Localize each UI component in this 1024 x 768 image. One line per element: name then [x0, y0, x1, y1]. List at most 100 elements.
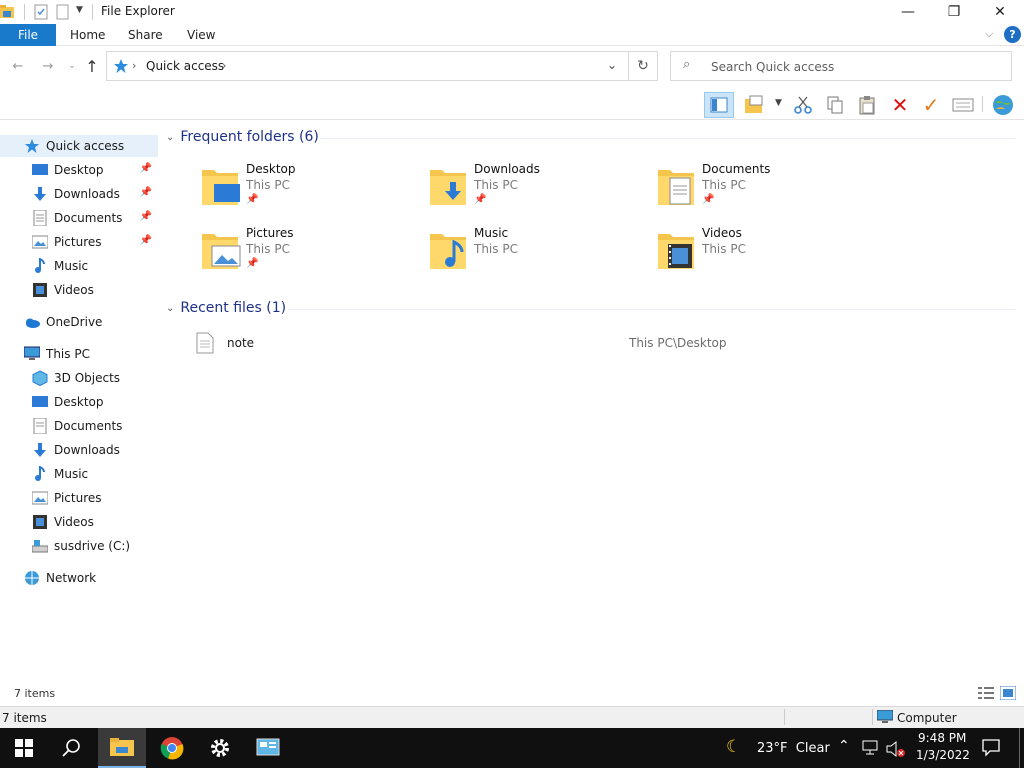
folder-tile-downloads[interactable]: Downloads This PC 📌: [428, 162, 648, 218]
clock-date[interactable]: 1/3/2022: [916, 748, 970, 762]
file-explorer-icon[interactable]: [0, 4, 16, 20]
nav-label: Documents: [54, 419, 123, 433]
frequent-folders-header[interactable]: ⌄ Frequent folders (6): [166, 129, 319, 145]
recent-files-header[interactable]: ⌄ Recent files (1): [166, 300, 286, 316]
tab-file[interactable]: File: [0, 24, 56, 46]
large-icons-view-icon[interactable]: [999, 685, 1017, 703]
search-box[interactable]: ⌕ Search Quick access: [670, 51, 1012, 81]
taskbar-control-panel[interactable]: [244, 728, 292, 768]
properties-icon[interactable]: [33, 4, 49, 20]
breadcrumb-quick-access[interactable]: Quick access: [146, 59, 224, 73]
nav-pc-drive-c[interactable]: susdrive (C:): [0, 535, 158, 557]
nav-pc-documents[interactable]: Documents: [0, 415, 158, 437]
collapse-chevron-icon[interactable]: ⌄: [166, 132, 174, 143]
taskbar-settings[interactable]: [196, 728, 244, 768]
delete-icon[interactable]: ✕: [887, 92, 913, 118]
title-bar: ▼ File Explorer — ❐ ✕: [0, 0, 1024, 24]
nav-pc-music[interactable]: Music: [0, 463, 158, 485]
show-hidden-icons-icon[interactable]: ⌃: [838, 738, 850, 754]
globe-icon[interactable]: [990, 92, 1016, 118]
close-button[interactable]: ✕: [977, 0, 1023, 24]
network-tray-icon[interactable]: [862, 740, 880, 756]
paste-icon[interactable]: [854, 92, 880, 118]
restore-button[interactable]: ❐: [931, 0, 977, 24]
up-button[interactable]: ↑: [82, 56, 102, 76]
nav-pc-desktop[interactable]: Desktop: [0, 391, 158, 413]
refresh-button[interactable]: ↻: [628, 51, 658, 81]
nav-item-music[interactable]: Music: [0, 255, 158, 277]
taskbar-file-explorer[interactable]: [98, 728, 146, 768]
folder-tile-music[interactable]: Music This PC: [428, 226, 648, 282]
properties-toolbar-icon[interactable]: [950, 92, 976, 118]
list-item[interactable]: note This PC\Desktop: [190, 332, 1010, 356]
nav-pc-downloads[interactable]: Downloads: [0, 439, 158, 461]
qat-dropdown-icon[interactable]: ▼: [76, 5, 83, 15]
tab-view[interactable]: View: [187, 24, 215, 46]
nav-network[interactable]: Network: [0, 567, 158, 589]
nav-label: Downloads: [54, 443, 120, 457]
nav-item-desktop[interactable]: Desktop 📌: [0, 159, 158, 181]
pin-icon[interactable]: 📌: [140, 187, 152, 198]
minimize-button[interactable]: —: [885, 0, 931, 24]
details-view-icon[interactable]: [978, 686, 994, 703]
clock-time[interactable]: 9:48 PM: [918, 731, 966, 745]
forward-button[interactable]: →: [38, 56, 58, 76]
folder-tile-videos[interactable]: Videos This PC: [656, 226, 876, 282]
music-icon: [35, 258, 45, 273]
folder-tile-documents[interactable]: Documents This PC 📌: [656, 162, 876, 218]
folder-tile-pictures[interactable]: Pictures This PC 📌: [200, 226, 420, 282]
volume-muted-icon[interactable]: [886, 740, 906, 758]
help-icon[interactable]: ?: [1004, 26, 1021, 43]
search-taskbar-button[interactable]: [48, 728, 96, 768]
collapse-chevron-icon[interactable]: ⌄: [166, 303, 174, 314]
back-button[interactable]: ←: [8, 56, 28, 76]
nav-item-videos[interactable]: Videos: [0, 279, 158, 301]
documents-folder-icon: [658, 170, 694, 205]
pin-icon[interactable]: 📌: [140, 163, 152, 174]
zone-label: Computer: [897, 711, 957, 725]
recent-locations-icon[interactable]: ⌄: [62, 56, 82, 76]
folder-location: This PC: [246, 178, 290, 192]
tab-home[interactable]: Home: [70, 24, 105, 46]
nav-label: Documents: [54, 211, 123, 225]
start-button[interactable]: [0, 728, 48, 768]
show-desktop-button[interactable]: [1019, 728, 1020, 768]
search-input[interactable]: Search Quick access: [711, 60, 834, 74]
nav-onedrive[interactable]: OneDrive: [0, 311, 158, 333]
new-folder-icon[interactable]: [55, 4, 71, 20]
taskbar-chrome[interactable]: [148, 728, 196, 768]
pin-icon[interactable]: 📌: [140, 211, 152, 222]
nav-quick-access[interactable]: Quick access: [0, 135, 158, 157]
desktop-folder-icon: [202, 170, 240, 205]
address-history-dropdown-icon[interactable]: ⌄: [607, 58, 617, 72]
navigation-pane-icon[interactable]: [704, 92, 734, 118]
copy-icon[interactable]: [822, 92, 848, 118]
cut-icon[interactable]: [790, 92, 816, 118]
nav-pc-pictures[interactable]: Pictures: [0, 487, 158, 509]
rename-checkmark-icon[interactable]: ✓: [918, 92, 944, 118]
nav-this-pc[interactable]: This PC: [0, 343, 158, 365]
moon-weather-icon[interactable]: ☾: [726, 737, 741, 757]
breadcrumb-chevron-icon[interactable]: ›: [132, 59, 136, 72]
weather-text[interactable]: 23°F Clear: [757, 741, 830, 756]
new-folder-toolbar-icon[interactable]: [742, 92, 768, 118]
pin-icon[interactable]: 📌: [140, 235, 152, 246]
folder-location: This PC: [474, 178, 518, 192]
nav-item-downloads[interactable]: Downloads 📌: [0, 183, 158, 205]
nav-label: Downloads: [54, 187, 120, 201]
nav-pc-3d-objects[interactable]: 3D Objects: [0, 367, 158, 389]
documents-icon: [33, 210, 47, 226]
nav-pc-videos[interactable]: Videos: [0, 511, 158, 533]
notifications-icon[interactable]: [982, 739, 1000, 757]
expand-ribbon-icon[interactable]: ⌵: [985, 27, 993, 41]
desktop-icon: [32, 396, 48, 407]
documents-icon: [33, 418, 47, 434]
nav-item-documents[interactable]: Documents 📌: [0, 207, 158, 229]
folder-tile-desktop[interactable]: Desktop This PC 📌: [200, 162, 420, 218]
frequent-folders-title: Frequent folders (6): [180, 129, 319, 145]
nav-item-pictures[interactable]: Pictures 📌: [0, 231, 158, 253]
tab-share[interactable]: Share: [128, 24, 163, 46]
new-dropdown-icon[interactable]: ▼: [775, 98, 782, 108]
address-bar[interactable]: › Quick access › ⌄: [106, 51, 658, 81]
breadcrumb-chevron-icon-2[interactable]: ›: [222, 59, 226, 72]
